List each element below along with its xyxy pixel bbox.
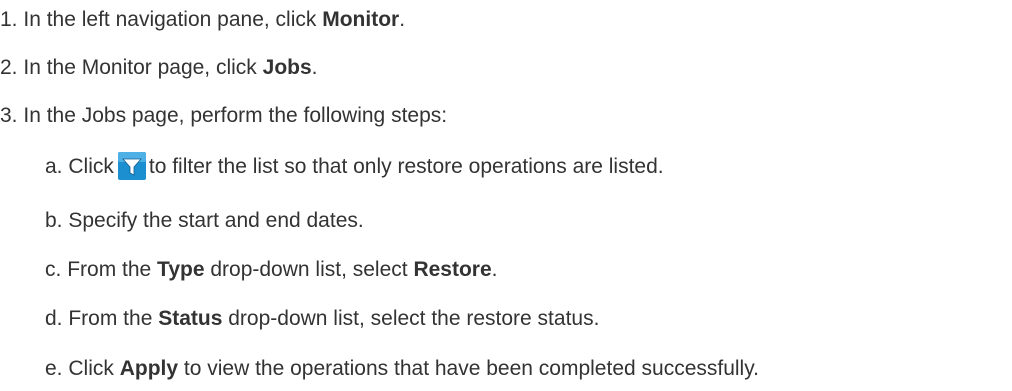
step-text: . — [311, 56, 318, 79]
substep-letter: b. — [45, 209, 63, 232]
step-text: In the left navigation pane, click — [23, 8, 323, 31]
step-text: . — [399, 8, 406, 31]
substep-letter: a. — [45, 155, 63, 178]
jobs-term: Jobs — [262, 56, 312, 79]
substep-text: to filter the list so that only restore … — [148, 155, 664, 178]
substep-d: d. From the Status drop-down list, selec… — [45, 307, 599, 331]
step-1: 1. In the left navigation pane, click Mo… — [0, 8, 405, 32]
substep-a: a. Click to filter the list so that only… — [45, 152, 664, 180]
substep-text: Click — [68, 357, 120, 380]
step-text: In the Monitor page, click — [23, 56, 263, 79]
substep-letter: e. — [45, 357, 63, 380]
substep-letter: d. — [45, 307, 63, 330]
step-3: 3. In the Jobs page, perform the followi… — [0, 104, 447, 128]
step-number: 2. — [0, 56, 18, 79]
substep-text: From the — [67, 258, 158, 281]
substep-text: drop-down list, select — [204, 258, 414, 281]
substep-text: From the — [68, 307, 159, 330]
substep-text: . — [491, 258, 498, 281]
substep-text: to view the operations that have been co… — [178, 357, 759, 380]
step-2: 2. In the Monitor page, click Jobs. — [0, 56, 318, 80]
substep-letter: c. — [45, 258, 62, 281]
substep-b: b. Specify the start and end dates. — [45, 209, 364, 233]
substep-c: c. From the Type drop-down list, select … — [45, 258, 498, 282]
step-number: 3. — [0, 104, 18, 127]
step-number: 1. — [0, 8, 18, 31]
status-term: Status — [158, 307, 223, 330]
filter-icon — [117, 152, 146, 180]
step-text: In the Jobs page, perform the following … — [23, 104, 448, 127]
restore-term: Restore — [413, 258, 492, 281]
monitor-term: Monitor — [322, 8, 400, 31]
substep-text: Click — [68, 155, 114, 178]
substep-text: Specify the start and end dates. — [68, 209, 364, 232]
substep-text: drop-down list, select the restore statu… — [222, 307, 600, 330]
apply-term: Apply — [119, 357, 179, 380]
substep-e: e. Click Apply to view the operations th… — [45, 357, 759, 381]
type-term: Type — [157, 258, 205, 281]
